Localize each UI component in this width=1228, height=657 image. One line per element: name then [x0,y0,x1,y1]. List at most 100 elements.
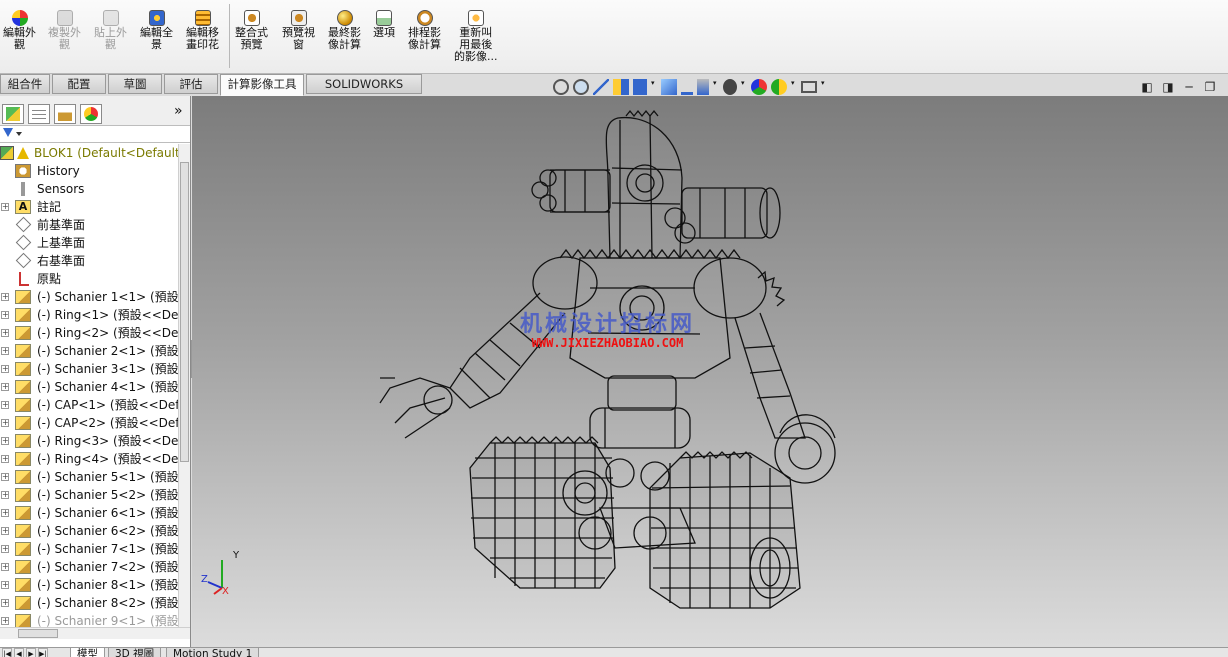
expand-toggle[interactable]: + [1,401,9,409]
tile-right-button[interactable]: ◨ [1161,80,1175,94]
final-render-button[interactable]: 最終影 像計算 [328,10,361,51]
tree-node-component[interactable]: + (-) Schanier 4<1> (預設< [0,378,178,396]
expand-toggle[interactable]: + [1,293,9,301]
tree-node-root[interactable]: − BLOK1 (Default<Default_ [0,144,178,162]
chevron-down-icon[interactable]: ▾ [713,79,719,95]
hide-show-items-icon[interactable] [697,79,709,95]
tree-node-component[interactable]: + (-) Schanier 9<1> (預設 [0,612,178,627]
schedule-render-button[interactable]: 排程影 像計算 [408,10,441,51]
scroll-thumb[interactable] [180,162,189,462]
zoom-to-fit-icon[interactable] [553,79,569,95]
expand-toggle[interactable]: + [1,203,9,211]
expand-toggle[interactable]: + [1,509,9,517]
chevron-down-icon[interactable]: ▾ [651,79,657,95]
graphics-viewport[interactable]: 机械设计招标网 WWW.JIXIEZHAOBIAO.COM Y Z X [192,96,1228,647]
tab-render-tools[interactable]: 計算影像工具 [220,74,304,96]
preview-window-button[interactable]: 預覽視 窗 [282,10,315,51]
tab-evaluate[interactable]: 評估 [164,74,218,94]
tree-node-component[interactable]: + (-) Schanier 8<2> (預設< [0,594,178,612]
chevron-down-icon[interactable]: ▾ [821,79,827,95]
tab-feature-manager[interactable] [2,104,24,124]
chevron-down-icon[interactable] [16,132,22,136]
monitor-icon[interactable] [801,81,817,93]
tile-left-button[interactable]: ◧ [1140,80,1154,94]
tree-node-top-plane[interactable]: 上基準面 [0,234,178,252]
tree-node-component[interactable]: + (-) Schanier 7<2> (預設< [0,558,178,576]
restore-button[interactable]: ❐ [1203,80,1217,94]
tree-node-component[interactable]: + (-) Ring<4> (預設<<Defa [0,450,178,468]
tree-node-right-plane[interactable]: 右基準面 [0,252,178,270]
options-button[interactable]: 選項 [373,10,395,39]
tree-node-component[interactable]: + (-) Ring<2> (預設<<Defa [0,324,178,342]
edit-decal-button[interactable]: 編輯移 畫印花 [186,10,219,51]
tree-node-component[interactable]: + (-) Schanier 3<1> (預設< [0,360,178,378]
expand-toggle[interactable]: + [1,383,9,391]
expand-toggle[interactable]: + [1,599,9,607]
tab-property-manager[interactable] [28,104,50,124]
tree-node-component[interactable]: + (-) Schanier 5<1> (預設< [0,468,178,486]
tree-node-component[interactable]: + (-) Schanier 5<2> (預設< [0,486,178,504]
recall-last-image-button[interactable]: 重新叫 用最後 的影像... [454,10,498,63]
first-tab-arrow[interactable]: |◀ [2,648,12,657]
expand-toggle[interactable]: + [1,473,9,481]
chevron-down-icon[interactable]: ▾ [741,79,747,95]
expand-toggle[interactable]: + [1,527,9,535]
tree-node-component[interactable]: + (-) Ring<1> (預設<<Defa [0,306,178,324]
expand-toggle[interactable]: + [1,329,9,337]
tab-configuration-manager[interactable] [54,104,76,124]
tab-sketch[interactable]: 草圖 [108,74,162,94]
tree-node-front-plane[interactable]: 前基準面 [0,216,178,234]
tab-display-manager[interactable] [80,104,102,124]
tree-node-component[interactable]: + (-) Schanier 6<2> (預設< [0,522,178,540]
expand-toggle[interactable]: + [1,563,9,571]
tree-node-component[interactable]: + (-) Schanier 2<1> (預設< [0,342,178,360]
tab-assembly[interactable]: 組合件 [0,74,50,94]
tab-3d-views[interactable]: 3D 視圖 [108,647,162,657]
minimize-button[interactable]: ─ [1182,80,1196,94]
edit-appearance-button[interactable]: 編輯外 觀 [3,10,36,51]
expand-toggle[interactable]: + [1,347,9,355]
view-orientation-icon[interactable] [661,79,677,95]
scroll-thumb[interactable] [18,629,58,638]
tree-node-component[interactable]: + (-) Ring<3> (預設<<Defa [0,432,178,450]
expand-toggle[interactable]: + [1,617,9,625]
view-settings-icon[interactable] [771,79,787,95]
integrated-preview-button[interactable]: 整合式 預覽 [235,10,268,51]
previous-view-icon[interactable] [593,79,609,95]
tab-layout[interactable]: 配置 [52,74,106,94]
dynamic-annotation-view-icon[interactable] [633,79,647,95]
tree-node-history[interactable]: History [0,162,178,180]
panel-more-button[interactable]: » [174,103,183,119]
edit-appearance-icon[interactable] [723,79,737,95]
tree-node-component[interactable]: + (-) Schanier 6<1> (預設< [0,504,178,522]
expand-toggle[interactable]: + [1,491,9,499]
expand-toggle[interactable]: + [1,545,9,553]
copy-appearance-button[interactable]: 複製外 觀 [48,10,81,51]
tree-filter-bar[interactable] [0,126,190,143]
tree-node-component[interactable]: + (-) Schanier 8<1> (預設< [0,576,178,594]
tree-vertical-scrollbar[interactable] [178,144,190,627]
expand-toggle[interactable]: + [1,365,9,373]
tab-motion-study[interactable]: Motion Study 1 [166,647,260,657]
tree-node-annotations[interactable]: + A 註記 [0,198,178,216]
paste-appearance-button[interactable]: 貼上外 觀 [94,10,127,51]
next-tab-arrow[interactable]: ▶ [26,648,36,657]
tree-node-component[interactable]: + (-) CAP<2> (預設<<Defa [0,414,178,432]
expand-toggle[interactable]: + [1,437,9,445]
prev-tab-arrow[interactable]: ◀ [14,648,24,657]
tree-node-component[interactable]: + (-) Schanier 7<1> (預設< [0,540,178,558]
apply-scene-icon[interactable] [751,79,767,95]
zoom-to-area-icon[interactable] [573,79,589,95]
tree-node-component[interactable]: + (-) Schanier 1<1> (預設< [0,288,178,306]
tree-node-component[interactable]: + (-) CAP<1> (預設<<Defa [0,396,178,414]
expand-toggle[interactable]: + [1,311,9,319]
expand-toggle[interactable]: + [1,419,9,427]
edit-scene-button[interactable]: 編輯全 景 [140,10,173,51]
expand-toggle[interactable]: + [1,455,9,463]
chevron-down-icon[interactable]: ▾ [791,79,797,95]
tree-horizontal-scrollbar[interactable] [0,627,190,639]
tree-node-sensors[interactable]: Sensors [0,180,178,198]
tab-model[interactable]: 模型 [70,647,105,657]
tree-node-origin[interactable]: 原點 [0,270,178,288]
tab-solidworks-mbd[interactable]: SOLIDWORKS MBD [306,74,422,109]
